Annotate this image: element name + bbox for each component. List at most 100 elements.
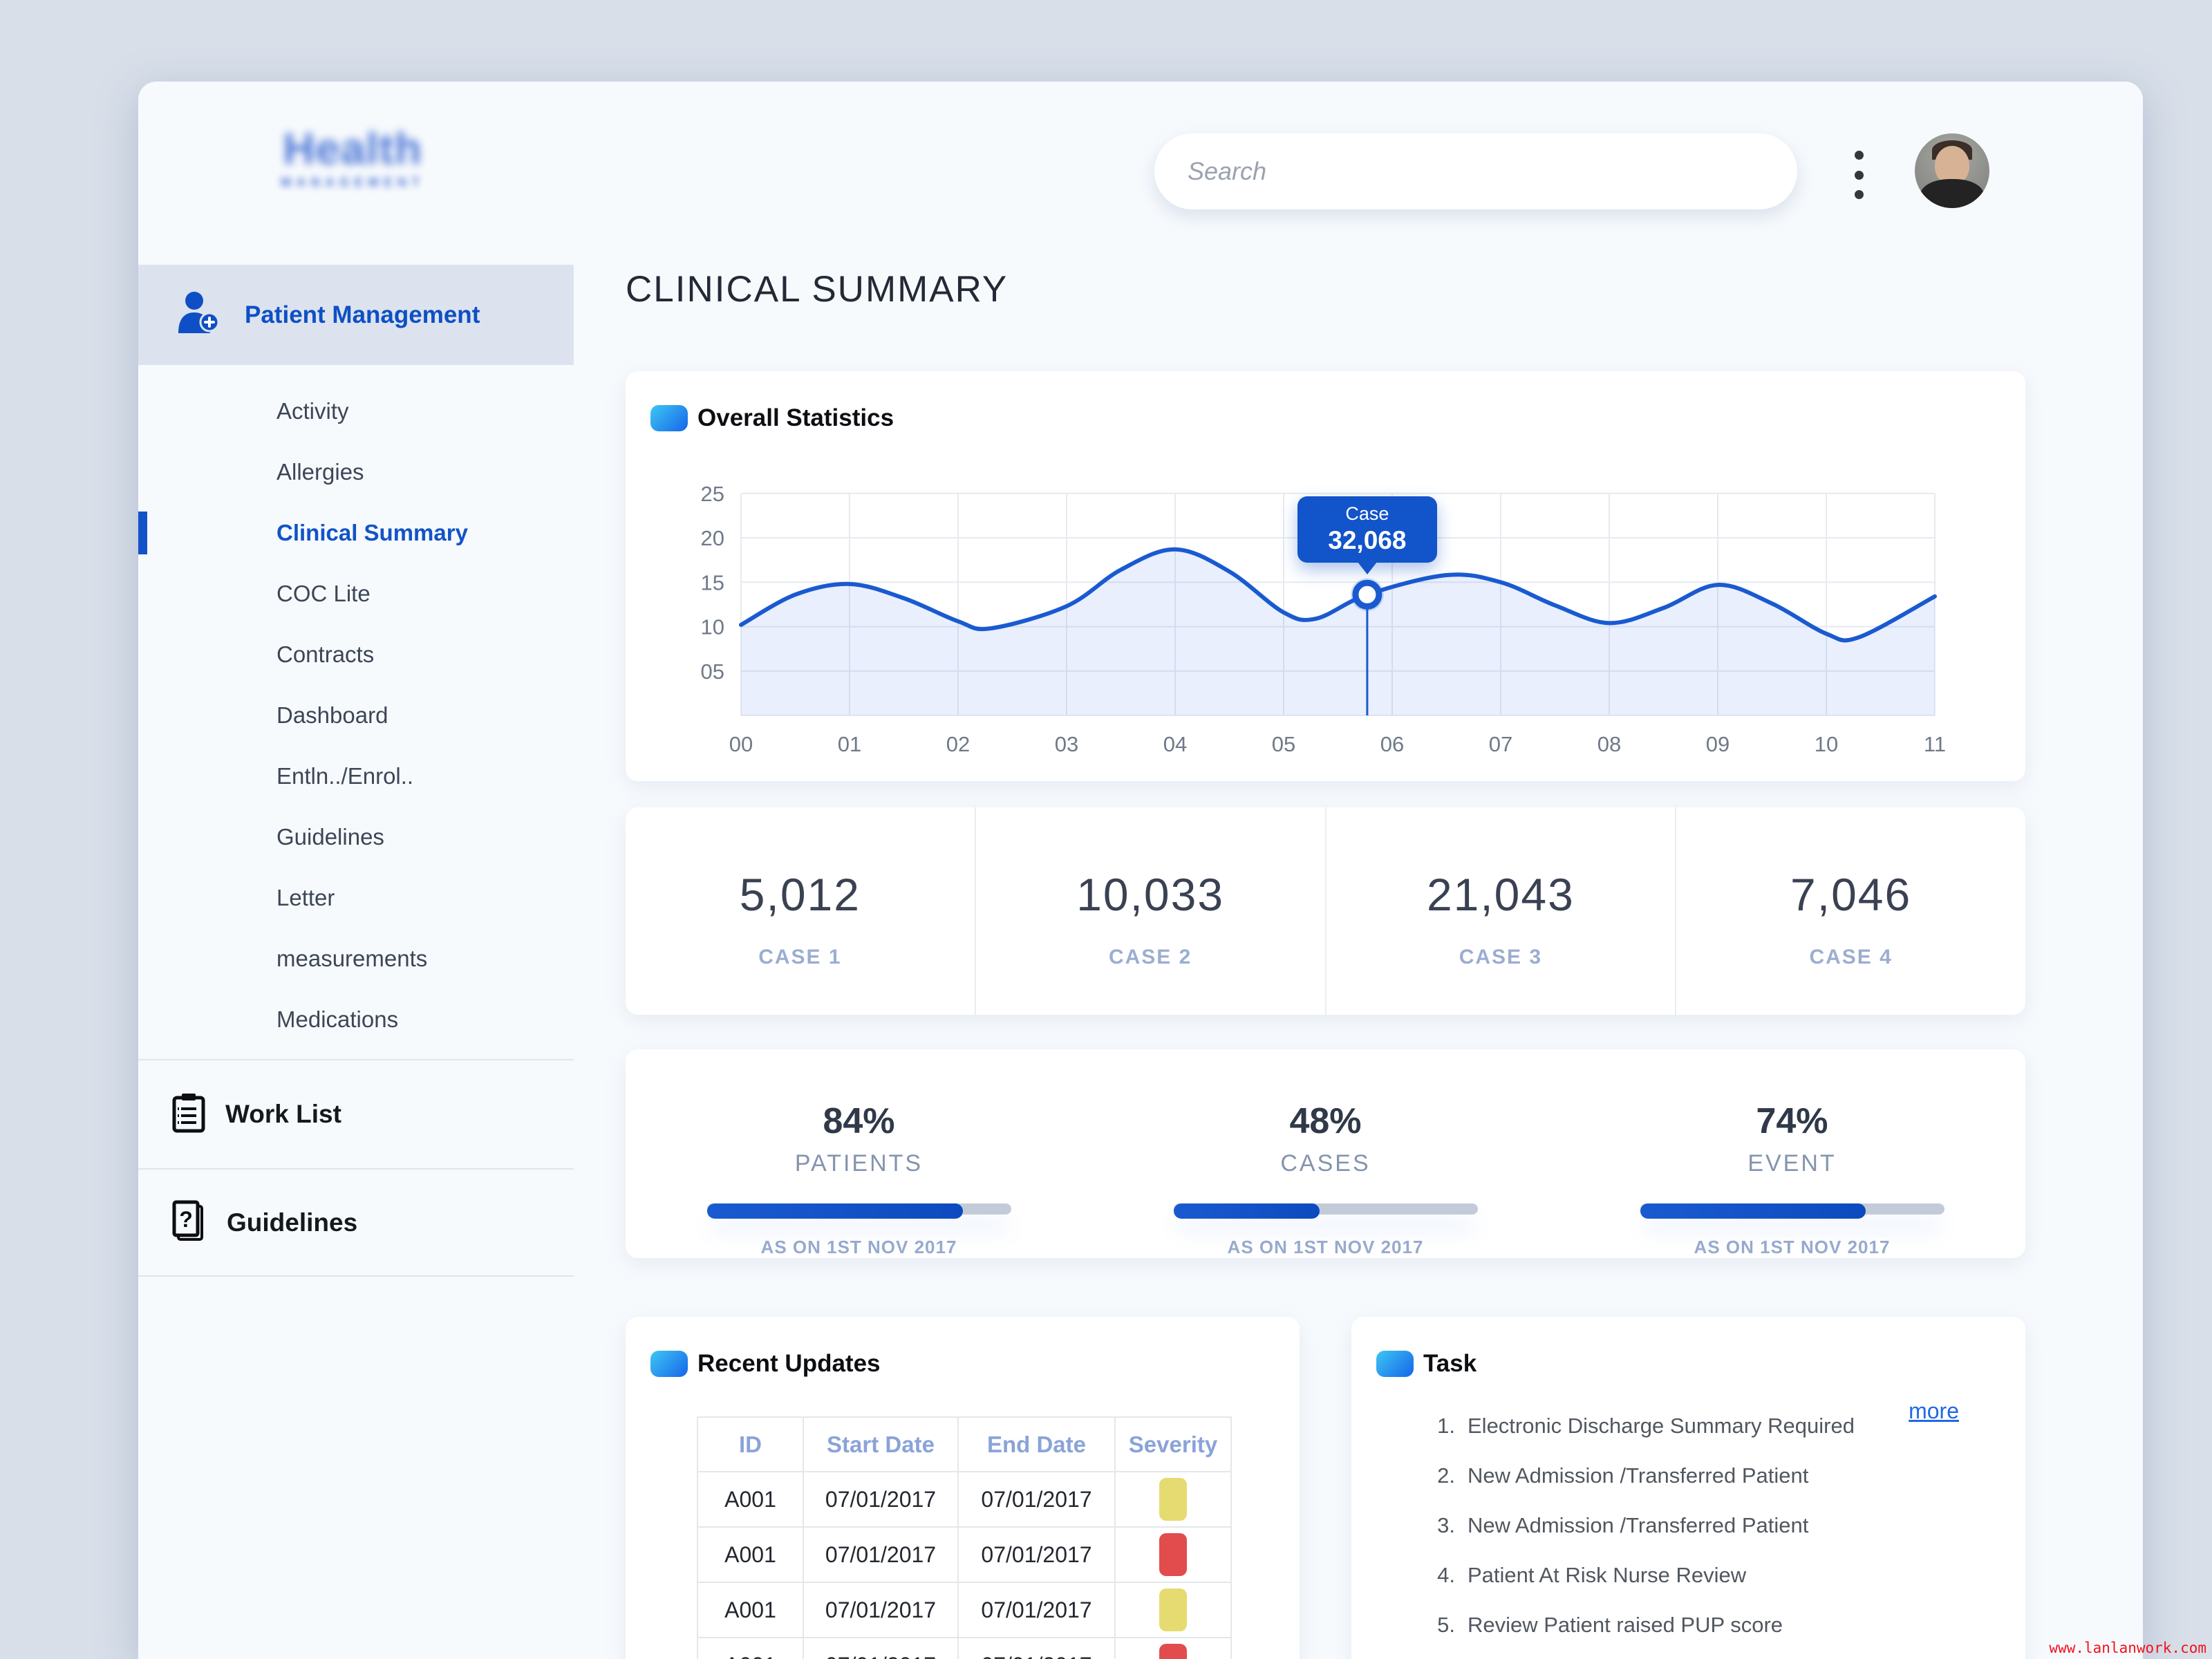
document-question-icon: ?	[171, 1199, 207, 1246]
recent-updates-card: Recent Updates IDStart DateEnd DateSever…	[626, 1317, 1300, 1659]
chart-tooltip: Case 32,068	[1297, 496, 1437, 563]
severity-cell	[1115, 1582, 1231, 1638]
task-item[interactable]: 2. New Admission /Transferred Patient	[1426, 1451, 1855, 1501]
sidebar-item-label: Entln../Enrol..	[276, 763, 413, 789]
sidebar-nav: Activity Allergies Clinical Summary COC Lit…	[138, 381, 574, 1050]
table-row[interactable]: A00107/01/201707/01/2017	[697, 1582, 1231, 1638]
task-number: 3.	[1426, 1513, 1455, 1538]
progress-bar	[707, 1203, 1011, 1215]
svg-text:?: ?	[179, 1207, 193, 1232]
sidebar-item-clinical-summary[interactable]: Clinical Summary	[138, 503, 574, 563]
task-text: New Admission /Transferred Patient	[1468, 1463, 1808, 1488]
table-row[interactable]: A00107/01/201707/01/2017	[697, 1638, 1231, 1659]
sidebar-divider	[138, 1275, 574, 1277]
sidebar-section-patient-management[interactable]: Patient Management	[138, 265, 574, 365]
svg-text:00: 00	[729, 732, 753, 756]
progress-percent: 48%	[1289, 1100, 1361, 1142]
case-stat-label: CASE 4	[1676, 946, 2025, 969]
progress-bar	[1174, 1203, 1478, 1215]
case-stat: 5,012 CASE 1	[626, 807, 975, 1015]
table-cell: A001	[697, 1472, 803, 1527]
sidebar-item-work-list[interactable]: Work List	[138, 1059, 574, 1168]
sidebar-item-letter[interactable]: Letter	[138, 868, 574, 928]
sidebar-item-label: COC Lite	[276, 581, 371, 607]
task-number: 5.	[1426, 1613, 1455, 1638]
sidebar-item-label: Activity	[276, 398, 349, 424]
sidebar-item-dashboard[interactable]: Dashboard	[138, 685, 574, 746]
progress-bar-fill	[1640, 1203, 1866, 1219]
sidebar-item-label: Guidelines	[227, 1208, 357, 1237]
section-title: Recent Updates	[697, 1350, 881, 1378]
severity-badge	[1159, 1478, 1187, 1521]
table-row[interactable]: A00107/01/201707/01/2017	[697, 1472, 1231, 1527]
progress-bar-fill	[1174, 1203, 1320, 1219]
sidebar-item-measurements[interactable]: measurements	[138, 928, 574, 989]
sidebar-section-label: Patient Management	[245, 301, 480, 329]
task-number: 1.	[1426, 1414, 1455, 1438]
severity-badge	[1159, 1588, 1187, 1631]
svg-text:05: 05	[701, 659, 724, 684]
progress-percent: 74%	[1756, 1100, 1828, 1142]
watermark: www.lanlanwork.com	[2049, 1640, 2206, 1656]
svg-text:15: 15	[701, 570, 724, 594]
sidebar-item-entln-enrol-[interactable]: Entln../Enrol..	[138, 746, 574, 807]
case-stat: 7,046 CASE 4	[1675, 807, 2025, 1015]
app-logo: Health MANAGEMENT	[249, 123, 456, 191]
severity-cell	[1115, 1527, 1231, 1582]
progress-label: EVENT	[1747, 1150, 1836, 1177]
svg-text:25: 25	[701, 482, 724, 506]
svg-text:11: 11	[1924, 732, 1946, 756]
task-number: 4.	[1426, 1563, 1455, 1588]
progress-caption: AS ON 1ST NOV 2017	[761, 1237, 957, 1258]
search-input[interactable]	[1188, 157, 1764, 186]
task-text: Patient At Risk Nurse Review	[1468, 1563, 1746, 1588]
task-item[interactable]: 3.New Admission /Transferred Patient	[1426, 1501, 1855, 1550]
sidebar-item-label: Work List	[225, 1100, 341, 1129]
table-cell: 07/01/2017	[958, 1527, 1115, 1582]
user-avatar[interactable]	[1915, 133, 1989, 208]
task-item[interactable]: 5.Review Patient raised PUP score	[1426, 1600, 1855, 1650]
task-item[interactable]: 4. Patient At Risk Nurse Review	[1426, 1550, 1855, 1600]
sidebar-item-medications[interactable]: Medications	[138, 989, 574, 1050]
svg-text:02: 02	[946, 732, 970, 756]
sidebar-item-coc-lite[interactable]: COC Lite	[138, 563, 574, 624]
search-bar[interactable]	[1154, 133, 1797, 209]
progress-percent: 84%	[823, 1100, 894, 1142]
avatar-shirt	[1920, 179, 1984, 208]
sidebar-item-contracts[interactable]: Contracts	[138, 624, 574, 685]
case-stat-label: CASE 1	[626, 946, 975, 969]
logo-text: Health	[249, 123, 456, 174]
overall-statistics-card: Overall Statistics 051015202500010203040…	[626, 371, 2025, 781]
section-marker-icon	[650, 1351, 688, 1377]
progress-stat: 84%PATIENTSAS ON 1ST NOV 2017	[626, 1049, 1092, 1258]
column-header: ID	[697, 1417, 803, 1472]
sidebar-item-guidelines[interactable]: Guidelines	[138, 807, 574, 868]
sidebar-item-activity[interactable]: Activity	[138, 381, 574, 442]
case-stat-value: 21,043	[1327, 868, 1676, 921]
case-stat-value: 7,046	[1676, 868, 2025, 921]
line-chart[interactable]: 0510152025000102030405060708091011	[626, 371, 2025, 781]
sidebar-item-guidelines[interactable]: ? Guidelines	[138, 1168, 574, 1275]
kebab-menu-icon[interactable]	[1843, 151, 1875, 199]
severity-badge	[1159, 1533, 1187, 1576]
task-list: 1. Electronic Discharge Summary Required 2…	[1426, 1401, 1855, 1650]
table-cell: A001	[697, 1527, 803, 1582]
tooltip-value: 32,068	[1297, 526, 1437, 555]
task-text: Electronic Discharge Summary Required	[1468, 1414, 1855, 1438]
sidebar-item-label: Clinical Summary	[276, 520, 468, 546]
more-link[interactable]: more	[1909, 1398, 1959, 1424]
table-cell: A001	[697, 1582, 803, 1638]
task-number: 2.	[1426, 1463, 1455, 1488]
column-header: End Date	[958, 1417, 1115, 1472]
sidebar-item-allergies[interactable]: Allergies	[138, 442, 574, 503]
sidebar-item-label: Medications	[276, 1006, 398, 1033]
progress-bar-fill	[707, 1203, 963, 1219]
table-row[interactable]: A00107/01/201707/01/2017	[697, 1527, 1231, 1582]
sidebar-item-label: Allergies	[276, 459, 364, 485]
task-item[interactable]: 1. Electronic Discharge Summary Required	[1426, 1401, 1855, 1451]
severity-badge	[1159, 1644, 1187, 1659]
progress-label: CASES	[1280, 1150, 1370, 1177]
case-stat-label: CASE 3	[1327, 946, 1676, 969]
svg-text:20: 20	[701, 526, 724, 550]
case-stat-value: 5,012	[626, 868, 975, 921]
